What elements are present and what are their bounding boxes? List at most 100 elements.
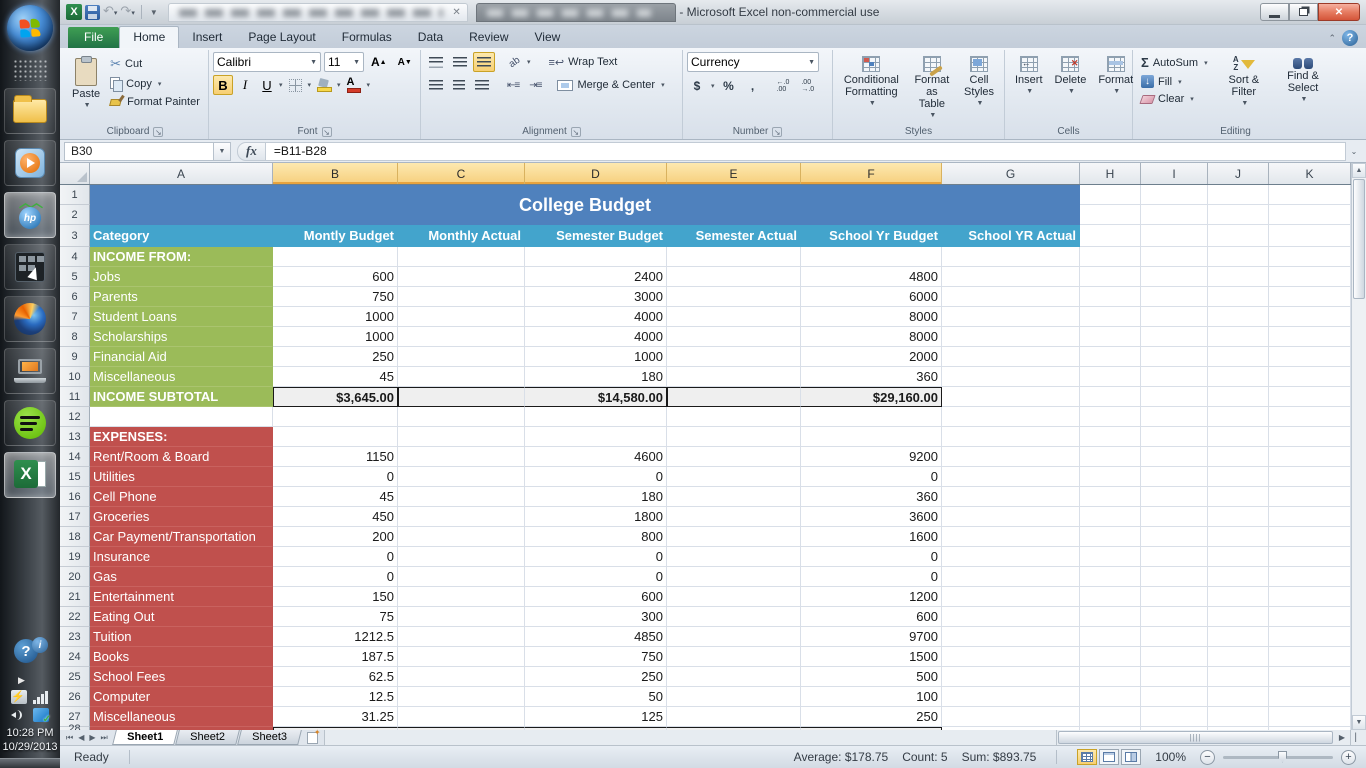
cell-K18[interactable] <box>1269 527 1351 547</box>
cell-G24[interactable] <box>942 647 1080 667</box>
bold-button[interactable]: B <box>213 75 233 95</box>
cell-B4[interactable] <box>273 247 398 267</box>
cell-F23[interactable]: 9700 <box>801 627 942 647</box>
cell-H25[interactable] <box>1080 667 1141 687</box>
cell-C11[interactable] <box>398 387 525 407</box>
cell-G4[interactable] <box>942 247 1080 267</box>
cell-H21[interactable] <box>1080 587 1141 607</box>
cell-A10[interactable]: Miscellaneous <box>90 367 273 387</box>
taskbar-firefox-button[interactable] <box>4 296 56 342</box>
cell-A24[interactable]: Books <box>90 647 273 667</box>
restore-button[interactable] <box>1289 3 1318 21</box>
cell-C5[interactable] <box>398 267 525 287</box>
tab-view[interactable]: View <box>522 27 574 48</box>
horizontal-scrollbar[interactable]: |||| ▶ ▏ <box>1056 730 1366 745</box>
cell-I24[interactable] <box>1141 647 1208 667</box>
autosum-button[interactable]: ΣAutoSum▾ <box>1137 53 1212 72</box>
sheet-tab-sheet2[interactable]: Sheet2 <box>175 730 240 745</box>
decrease-decimal-button[interactable]: .00→.0 <box>797 76 818 96</box>
cell-F26[interactable]: 100 <box>801 687 942 707</box>
cell-E6[interactable] <box>667 287 801 307</box>
name-box-dropdown[interactable]: ▼ <box>214 142 231 161</box>
cell-I22[interactable] <box>1141 607 1208 627</box>
fill-button[interactable]: ↓Fill▾ <box>1137 73 1212 90</box>
cell-G23[interactable] <box>942 627 1080 647</box>
cell-I26[interactable] <box>1141 687 1208 707</box>
tab-page-layout[interactable]: Page Layout <box>235 27 328 48</box>
cell-D13[interactable] <box>525 427 667 447</box>
row-header-25[interactable]: 25 <box>60 667 90 687</box>
cell-E27[interactable] <box>667 707 801 727</box>
cell-B10[interactable]: 45 <box>273 367 398 387</box>
cell-I4[interactable] <box>1141 247 1208 267</box>
cell-B21[interactable]: 150 <box>273 587 398 607</box>
cell-C25[interactable] <box>398 667 525 687</box>
network-signal-icon[interactable] <box>33 690 49 704</box>
cell-C18[interactable] <box>398 527 525 547</box>
sort-filter-button[interactable]: AZ Sort & Filter▼ <box>1216 52 1272 112</box>
row-header-6[interactable]: 6 <box>60 287 90 307</box>
number-dialog-launcher[interactable]: ↘ <box>772 127 782 137</box>
cell-C22[interactable] <box>398 607 525 627</box>
cell-H19[interactable] <box>1080 547 1141 567</box>
redo-icon[interactable]: ↷▾ <box>120 4 134 21</box>
cell-G13[interactable] <box>942 427 1080 447</box>
cell-C23[interactable] <box>398 627 525 647</box>
cell-G5[interactable] <box>942 267 1080 287</box>
cell-J15[interactable] <box>1208 467 1269 487</box>
cell-F8[interactable]: 8000 <box>801 327 942 347</box>
cell-J4[interactable] <box>1208 247 1269 267</box>
cell-H18[interactable] <box>1080 527 1141 547</box>
cell-I7[interactable] <box>1141 307 1208 327</box>
cell-H12[interactable] <box>1080 407 1141 427</box>
cell-D8[interactable]: 4000 <box>525 327 667 347</box>
cell-F22[interactable]: 600 <box>801 607 942 627</box>
cell-K3[interactable] <box>1269 225 1351 247</box>
cell-H24[interactable] <box>1080 647 1141 667</box>
cell-E2[interactable] <box>667 205 801 225</box>
cell-G2[interactable] <box>942 205 1080 225</box>
row-header-23[interactable]: 23 <box>60 627 90 647</box>
middle-align-button[interactable] <box>449 52 471 72</box>
cell-D11[interactable]: $14,580.00 <box>525 387 667 407</box>
alignment-dialog-launcher[interactable]: ↘ <box>571 127 581 137</box>
cell-I1[interactable] <box>1141 185 1208 205</box>
top-align-button[interactable] <box>425 52 447 72</box>
cell-C3[interactable]: Monthly Actual <box>398 225 525 247</box>
cell-G11[interactable] <box>942 387 1080 407</box>
cell-B16[interactable]: 45 <box>273 487 398 507</box>
cell-A13[interactable]: EXPENSES: <box>90 427 273 447</box>
tab-data[interactable]: Data <box>405 27 456 48</box>
format-as-table-button[interactable]: Format as Table▼ <box>906 52 958 124</box>
cell-G17[interactable] <box>942 507 1080 527</box>
cell-B9[interactable]: 250 <box>273 347 398 367</box>
tab-review[interactable]: Review <box>456 27 521 48</box>
vertical-scrollbar[interactable]: ▲ ▼ <box>1351 163 1366 730</box>
cell-K14[interactable] <box>1269 447 1351 467</box>
cell-A16[interactable]: Cell Phone <box>90 487 273 507</box>
cell-H13[interactable] <box>1080 427 1141 447</box>
prev-sheet-arrow[interactable]: ◀ <box>76 733 86 742</box>
cell-G16[interactable] <box>942 487 1080 507</box>
cell-I5[interactable] <box>1141 267 1208 287</box>
cell-E26[interactable] <box>667 687 801 707</box>
wrap-text-button[interactable]: ≡↩Wrap Text <box>545 54 622 71</box>
cell-J11[interactable] <box>1208 387 1269 407</box>
cell-D9[interactable]: 1000 <box>525 347 667 367</box>
cell-F10[interactable]: 360 <box>801 367 942 387</box>
cell-F25[interactable]: 500 <box>801 667 942 687</box>
collapse-ribbon-icon[interactable]: ⌃ <box>1328 33 1336 44</box>
cell-D17[interactable]: 1800 <box>525 507 667 527</box>
cell-J13[interactable] <box>1208 427 1269 447</box>
cell-A20[interactable]: Gas <box>90 567 273 587</box>
cell-A1[interactable] <box>90 185 273 205</box>
cell-E10[interactable] <box>667 367 801 387</box>
cell-J19[interactable] <box>1208 547 1269 567</box>
cell-H22[interactable] <box>1080 607 1141 627</box>
column-header-F[interactable]: F <box>801 163 942 184</box>
name-box[interactable]: B30 <box>64 142 214 161</box>
page-layout-view-button[interactable] <box>1099 749 1119 765</box>
align-center-button[interactable] <box>449 75 469 95</box>
cell-G14[interactable] <box>942 447 1080 467</box>
zoom-in-button[interactable]: + <box>1341 750 1356 765</box>
